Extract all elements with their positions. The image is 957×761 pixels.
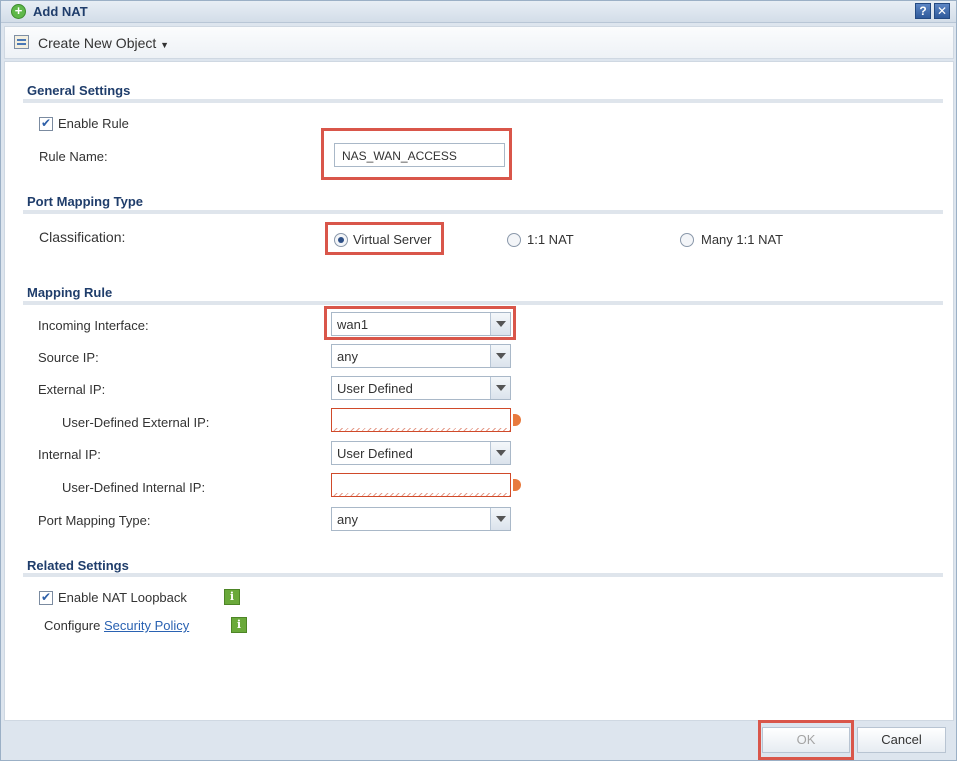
chevron-down-icon	[490, 508, 510, 530]
enable-rule-checkbox[interactable]	[39, 116, 53, 131]
source-ip-value: any	[337, 349, 358, 364]
error-icon	[513, 479, 521, 491]
error-icon	[513, 414, 521, 426]
chevron-down-icon: ▼	[160, 40, 170, 50]
form-content: General Settings Enable Rule Rule Name: …	[4, 61, 954, 721]
internal-ip-value: User Defined	[337, 446, 413, 461]
configure-label: Configure Security Policy	[44, 618, 189, 633]
toolbar: Create New Object ▼	[4, 26, 954, 59]
section-divider	[23, 99, 943, 103]
help-icon[interactable]: ?	[915, 3, 931, 19]
virtual-server-radio[interactable]	[334, 233, 348, 247]
incoming-interface-value: wan1	[337, 317, 369, 332]
port-mapping-type-select[interactable]: any	[331, 507, 511, 531]
internal-ip-select[interactable]: User Defined	[331, 441, 511, 465]
info-icon[interactable]: i	[231, 617, 247, 633]
chevron-down-icon	[490, 377, 510, 399]
create-new-object-button[interactable]: Create New Object ▼	[5, 27, 185, 58]
port-mapping-type-value: any	[337, 512, 358, 527]
section-divider	[23, 573, 943, 577]
related-settings-title: Related Settings	[27, 558, 129, 573]
add-nat-dialog: + Add NAT ? ✕ Create New Object ▼ Genera…	[0, 0, 957, 761]
user-defined-external-ip-label: User-Defined External IP:	[62, 415, 210, 430]
section-divider	[23, 210, 943, 214]
rule-name-label: Rule Name:	[39, 149, 108, 164]
add-icon: +	[11, 4, 26, 19]
virtual-server-label: Virtual Server	[353, 232, 432, 247]
configure-text: Configure	[44, 618, 101, 633]
classification-label: Classification:	[39, 229, 126, 245]
create-new-object-label: Create New Object ▼	[38, 35, 170, 51]
one-to-one-nat-label: 1:1 NAT	[527, 232, 574, 247]
chevron-down-icon	[490, 313, 510, 335]
user-defined-internal-ip-label: User-Defined Internal IP:	[62, 480, 206, 495]
external-ip-select[interactable]: User Defined	[331, 376, 511, 400]
cancel-button[interactable]: Cancel	[857, 727, 946, 753]
many-one-to-one-nat-label: Many 1:1 NAT	[701, 232, 784, 247]
incoming-interface-label: Incoming Interface:	[38, 318, 149, 333]
internal-ip-label: Internal IP:	[38, 447, 101, 462]
user-defined-external-ip-input[interactable]	[331, 408, 511, 432]
external-ip-label: External IP:	[38, 382, 106, 397]
source-ip-label: Source IP:	[38, 350, 99, 365]
dialog-title: Add NAT	[33, 4, 88, 19]
enable-rule-label: Enable Rule	[58, 116, 129, 131]
enable-nat-loopback-label: Enable NAT Loopback	[58, 590, 187, 605]
object-icon	[14, 35, 29, 49]
external-ip-value: User Defined	[337, 381, 413, 396]
section-divider	[23, 301, 943, 305]
user-defined-internal-ip-input[interactable]	[331, 473, 511, 497]
many-one-to-one-nat-radio[interactable]	[680, 233, 694, 247]
chevron-down-icon	[490, 442, 510, 464]
rule-name-input[interactable]: NAS_WAN_ACCESS	[334, 143, 505, 167]
port-mapping-type-title: Port Mapping Type	[27, 194, 144, 209]
incoming-interface-select[interactable]: wan1	[331, 312, 511, 336]
ok-button[interactable]: OK	[762, 727, 850, 753]
enable-nat-loopback-checkbox[interactable]	[39, 590, 53, 605]
port-mapping-type-label: Port Mapping Type:	[38, 513, 151, 528]
source-ip-select[interactable]: any	[331, 344, 511, 368]
mapping-rule-title: Mapping Rule	[27, 285, 113, 300]
general-settings-title: General Settings	[27, 83, 131, 98]
info-icon[interactable]: i	[224, 589, 240, 605]
chevron-down-icon	[490, 345, 510, 367]
security-policy-link[interactable]: Security Policy	[104, 618, 189, 633]
close-icon[interactable]: ✕	[934, 3, 950, 19]
one-to-one-nat-radio[interactable]	[507, 233, 521, 247]
title-bar: + Add NAT ? ✕	[1, 1, 956, 23]
